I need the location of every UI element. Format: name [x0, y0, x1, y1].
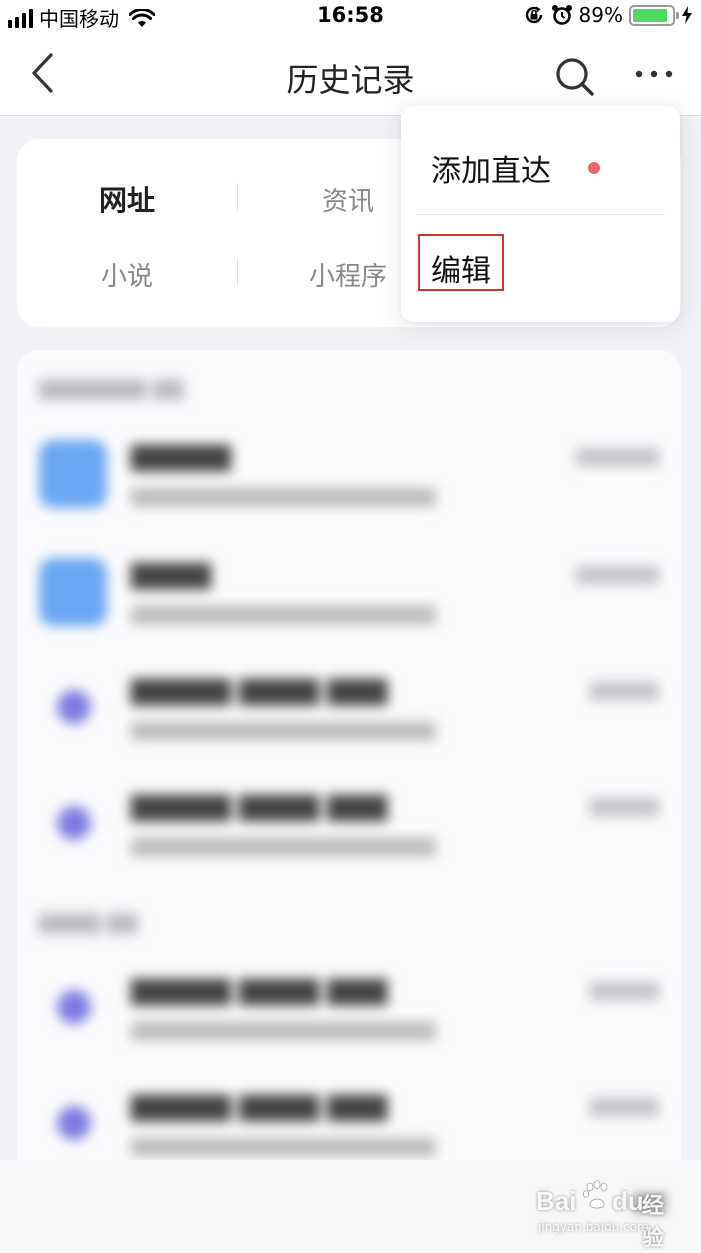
section-label: ▇▇▇▇▇▇▇ ▇▇ — [39, 376, 184, 400]
category-novel[interactable]: 小说 — [17, 256, 237, 293]
popup-menu: 添加直达 编辑 — [401, 106, 680, 322]
list-item-title: ▇▇▇▇▇ ▇▇▇▇ ▇▇▇ — [131, 792, 388, 822]
list-item-time: ▇▇▇▇▇ — [589, 980, 659, 1001]
battery-icon — [629, 4, 679, 26]
list-item[interactable]: ▇▇▇▇▇ ▇▇▇▇▇▇▇▇▇▇▇▇▇▇▇▇▇▇▇▇▇▇ ▇▇▇▇▇▇ — [17, 412, 681, 528]
list-item-title: ▇▇▇▇ — [131, 560, 211, 590]
list-item-time: ▇▇▇▇▇ — [589, 680, 659, 701]
annotation-highlight-box — [418, 234, 504, 291]
watermark-url: jingyan.baidu.com — [538, 1220, 649, 1234]
site-icon — [57, 990, 91, 1024]
list-item[interactable]: ▇▇▇▇▇ ▇▇▇▇ ▇▇▇ ▇▇▇▇▇▇▇▇▇▇▇▇▇▇▇▇▇▇▇▇▇▇ ▇▇… — [17, 646, 681, 762]
list-item-title: ▇▇▇▇▇ ▇▇▇▇ ▇▇▇ — [131, 676, 388, 706]
list-item[interactable]: ▇▇▇▇▇ ▇▇▇▇ ▇▇▇ ▇▇▇▇▇▇▇▇▇▇▇▇▇▇▇▇▇▇▇▇▇▇ ▇▇… — [17, 946, 681, 1062]
list-item-url: ▇▇▇▇▇▇▇▇▇▇▇▇▇▇▇▇▇▇▇▇▇▇ — [131, 486, 436, 507]
list-item-time: ▇▇▇▇▇▇ — [575, 446, 659, 467]
list-item[interactable]: ▇▇▇▇ ▇▇▇▇▇▇▇▇▇▇▇▇▇▇▇▇▇▇▇▇▇▇ ▇▇▇▇▇▇ — [17, 530, 681, 646]
list-item-time: ▇▇▇▇▇▇ — [575, 564, 659, 585]
list-item[interactable]: ▇▇▇▇▇ ▇▇▇▇ ▇▇▇ ▇▇▇▇▇▇▇▇▇▇▇▇▇▇▇▇▇▇▇▇▇▇ ▇▇… — [17, 762, 681, 878]
list-item-title: ▇▇▇▇▇ ▇▇▇▇ ▇▇▇ — [131, 1092, 388, 1122]
menu-item-label: 添加直达 — [431, 154, 551, 189]
site-icon — [39, 558, 107, 626]
list-item-url: ▇▇▇▇▇▇▇▇▇▇▇▇▇▇▇▇▇▇▇▇▇▇ — [131, 604, 436, 625]
list-item-title: ▇▇▇▇▇ — [131, 442, 231, 472]
status-bar: 中国移动 16:58 89% — [0, 0, 701, 31]
list-item-time: ▇▇▇▇▇ — [589, 1096, 659, 1117]
notification-dot — [588, 162, 600, 174]
list-item-url: ▇▇▇▇▇▇▇▇▇▇▇▇▇▇▇▇▇▇▇▇▇▇ — [131, 836, 436, 857]
charging-icon — [682, 6, 692, 24]
list-item-url: ▇▇▇▇▇▇▇▇▇▇▇▇▇▇▇▇▇▇▇▇▇▇ — [131, 1020, 436, 1041]
list-item-title: ▇▇▇▇▇ ▇▇▇▇ ▇▇▇ — [131, 976, 388, 1006]
status-right: 89% — [523, 3, 693, 27]
paw-icon — [583, 1180, 608, 1209]
more-dots-icon[interactable] — [634, 68, 674, 80]
history-list-blurred: ▇▇▇▇▇▇▇ ▇▇ ▇▇▇▇▇ ▇▇▇▇▇▇▇▇▇▇▇▇▇▇▇▇▇▇▇▇▇▇ … — [17, 350, 681, 1210]
site-icon — [39, 440, 107, 508]
rotation-lock-icon — [525, 6, 542, 24]
search-icon[interactable] — [552, 54, 596, 98]
menu-item-add-shortcut[interactable]: 添加直达 — [401, 106, 680, 214]
list-item-url: ▇▇▇▇▇▇▇▇▇▇▇▇▇▇▇▇▇▇▇▇▇▇ — [131, 1136, 436, 1157]
site-icon — [57, 806, 91, 840]
battery-level — [633, 8, 667, 22]
history-list: ▇▇▇▇▇▇▇ ▇▇ ▇▇▇▇▇ ▇▇▇▇▇▇▇▇▇▇▇▇▇▇▇▇▇▇▇▇▇▇ … — [17, 350, 681, 1210]
alarm-icon — [551, 5, 572, 25]
site-icon — [57, 690, 91, 724]
watermark-brand-suffix: du — [612, 1186, 644, 1216]
category-url[interactable]: 网址 — [17, 179, 237, 219]
site-icon — [57, 1106, 91, 1140]
battery-percent: 89% — [578, 3, 623, 27]
list-item-url: ▇▇▇▇▇▇▇▇▇▇▇▇▇▇▇▇▇▇▇▇▇▇ — [131, 720, 436, 741]
nav-bar: 历史记录 — [0, 30, 701, 116]
section-label: ▇▇▇▇ ▇▇ — [39, 910, 138, 934]
watermark-brand: Bai — [536, 1186, 577, 1216]
list-item-time: ▇▇▇▇▇ — [589, 796, 659, 817]
baidu-jingyan-watermark: Bai du 经验 jingyan.baidu.com — [530, 1172, 670, 1251]
